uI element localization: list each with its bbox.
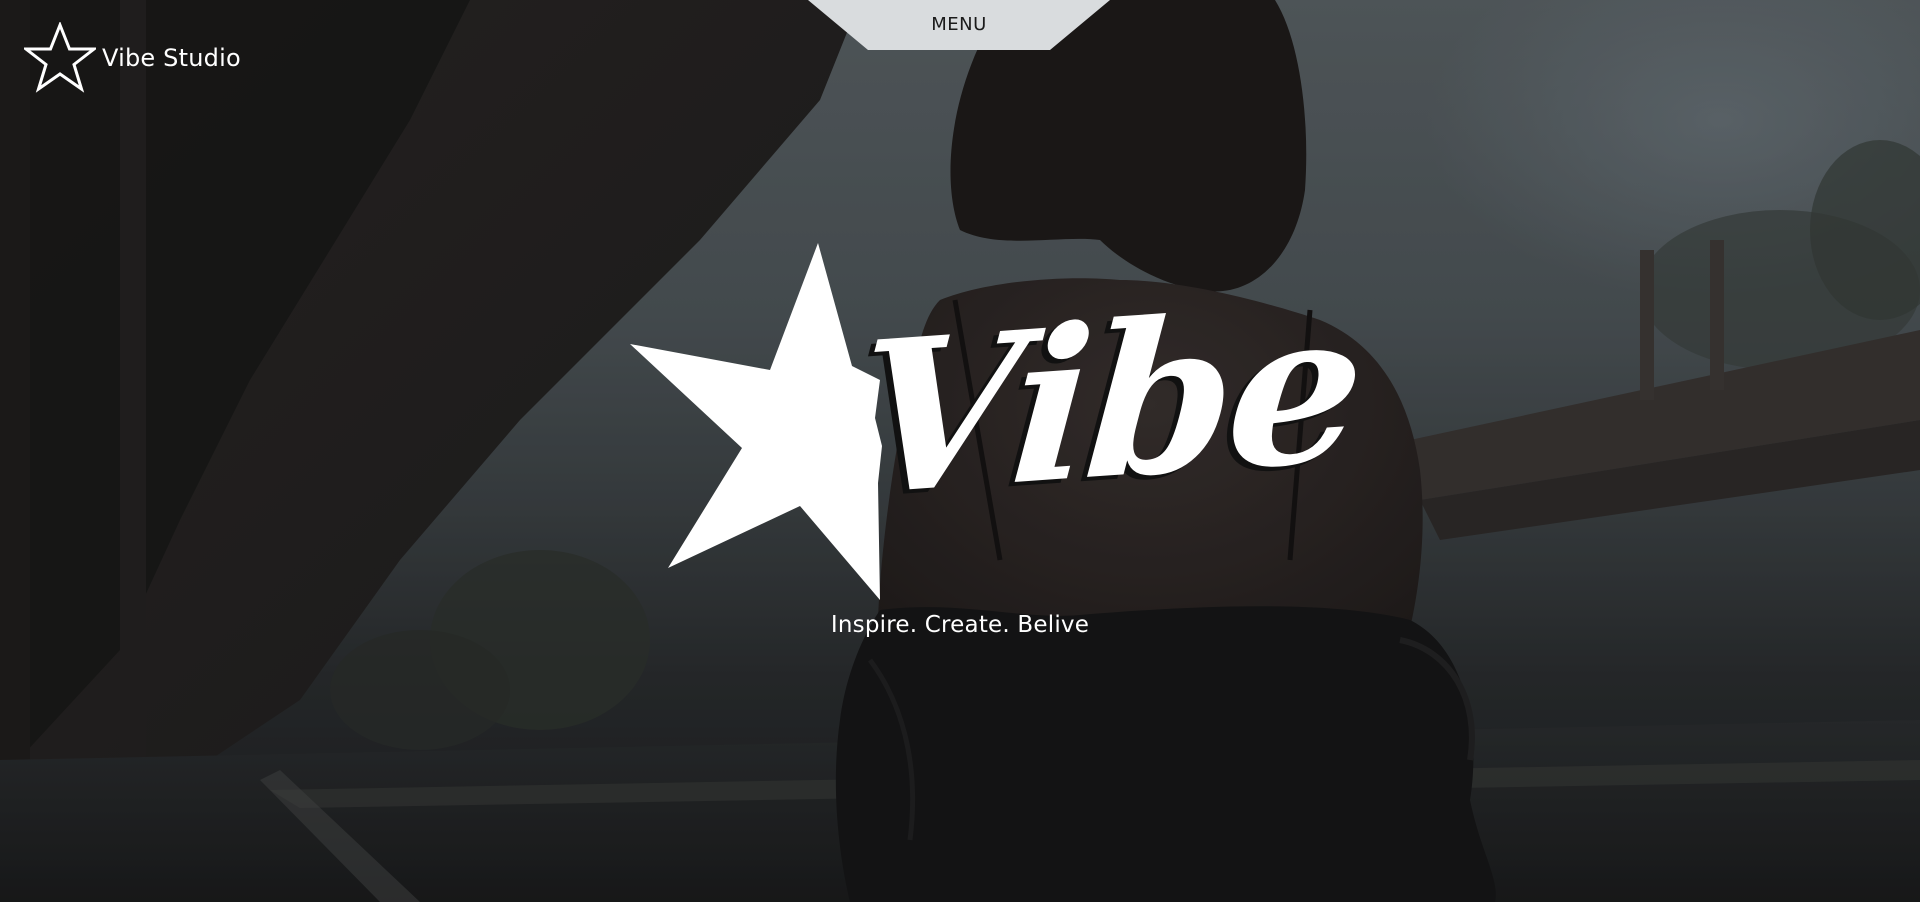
hero-logo-word: Vibe [849,262,1367,543]
hero-logo: Vibe [620,238,1366,608]
brand-logo-link[interactable]: Vibe Studio [24,22,241,94]
star-outline-icon [24,22,96,93]
brand-name: Vibe Studio [102,44,241,72]
hero-section: Vibe Studio MENU Vibe Inspire. Create. B… [0,0,1920,902]
menu-button[interactable]: MENU [808,0,1110,50]
hero-tagline: Inspire. Create. Belive [830,612,1090,638]
menu-label: MENU [931,14,987,35]
